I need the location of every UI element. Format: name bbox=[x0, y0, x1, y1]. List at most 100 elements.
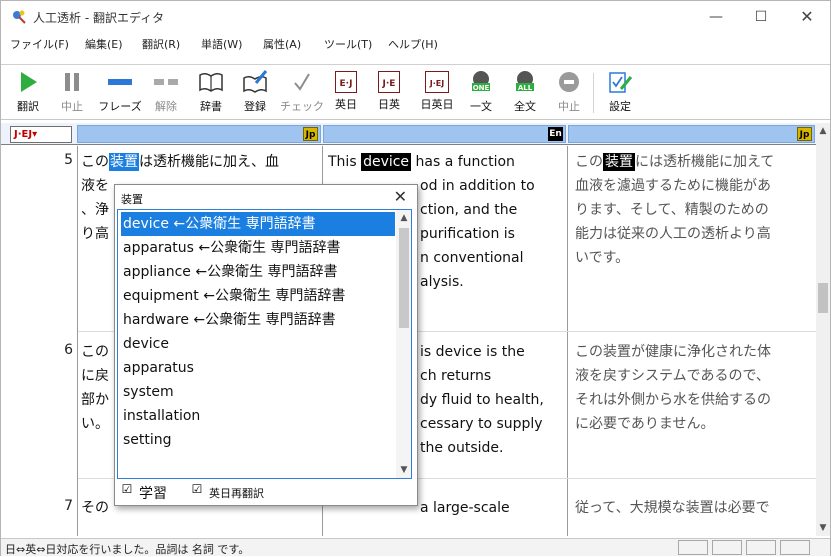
source-line: 、浄 bbox=[81, 202, 109, 218]
register-button[interactable]: 登録 bbox=[236, 69, 274, 117]
candidate-item[interactable]: installation bbox=[121, 404, 395, 428]
popup-footer: ☑ 学習 ☑ 英日再翻訳 bbox=[117, 482, 415, 504]
check-label: チェック bbox=[280, 100, 324, 113]
all-sentences-button[interactable]: ALL 全文 bbox=[506, 69, 544, 117]
close-window-button[interactable]: ✕ bbox=[784, 1, 830, 33]
selected-term[interactable]: 装置 bbox=[109, 153, 139, 171]
popup-scrollbar-thumb[interactable] bbox=[399, 228, 409, 328]
all-sentences-label: 全文 bbox=[514, 100, 536, 113]
menu-edit[interactable]: 編集(E) bbox=[85, 36, 123, 52]
retranslation-line: 能力は従来の人工の透析より高 bbox=[575, 226, 771, 242]
japanese-retranslation-column-header: Jp bbox=[568, 125, 815, 143]
menu-translate[interactable]: 翻訳(R) bbox=[142, 36, 180, 52]
pane-header: J·EJ▾ Jp En Jp bbox=[1, 123, 830, 145]
language-mode-select[interactable]: J·EJ▾ bbox=[10, 126, 72, 143]
stop-label: 中止 bbox=[61, 100, 83, 113]
candidate-item[interactable]: hardware ←公衆衛生 専門語辞書 bbox=[121, 308, 395, 332]
retranslation-line: ります、そして、精製のための bbox=[575, 202, 769, 218]
retranslation-line: に必要でありません。 bbox=[575, 416, 715, 432]
highlighted-term[interactable]: 装置 bbox=[603, 153, 635, 171]
app-icon bbox=[13, 10, 26, 24]
source-line: 部か bbox=[81, 392, 109, 408]
retranslate-checkbox[interactable]: ☑ bbox=[191, 483, 203, 496]
phrase-label: フレーズ bbox=[98, 100, 142, 113]
one-sentence-button[interactable]: ONE 一文 bbox=[462, 69, 500, 117]
scroll-up-icon[interactable]: ▲ bbox=[396, 210, 411, 226]
translate-button[interactable]: 翻訳 bbox=[9, 69, 47, 117]
scroll-up-icon[interactable]: ▲ bbox=[816, 123, 830, 139]
status-indicator bbox=[712, 540, 742, 555]
status-indicator bbox=[746, 540, 776, 555]
settings-icon bbox=[609, 72, 633, 93]
scroll-down-icon[interactable]: ▼ bbox=[396, 462, 411, 478]
stop-translation-label: 中止 bbox=[558, 100, 580, 113]
candidate-item[interactable]: apparatus ←公衆衛生 専門語辞書 bbox=[121, 236, 395, 260]
window-title: 人工透析 - 翻訳エディタ bbox=[33, 11, 165, 25]
candidate-item[interactable]: appliance ←公衆衛生 専門語辞書 bbox=[121, 260, 395, 284]
retranslation-text: この bbox=[575, 154, 603, 170]
vertical-scrollbar[interactable]: ▲ ▼ bbox=[816, 123, 830, 536]
jp-eng-jp-button[interactable]: J·EJ 日英日 bbox=[415, 69, 459, 117]
minimize-button[interactable]: — bbox=[693, 1, 739, 33]
status-indicator bbox=[780, 540, 810, 555]
stop-button[interactable]: 中止 bbox=[53, 69, 91, 117]
close-icon[interactable]: ✕ bbox=[394, 187, 407, 206]
popup-scrollbar[interactable]: ▲ ▼ bbox=[396, 210, 411, 478]
source-sentence[interactable]: この装置は透析機能に加え、血 bbox=[81, 150, 321, 174]
jp-eng-button[interactable]: J·E 日英 bbox=[370, 69, 408, 117]
line-number: 7 bbox=[64, 498, 73, 514]
menu-file[interactable]: ファイル(F) bbox=[10, 36, 69, 52]
english-sentence[interactable]: This device has a function bbox=[328, 150, 515, 174]
menu-help[interactable]: ヘルプ(H) bbox=[388, 36, 438, 52]
stop-hand-icon bbox=[559, 72, 579, 92]
line-number: 6 bbox=[64, 342, 73, 358]
english-line: dy fluid to health, bbox=[420, 392, 544, 408]
menu-bar: ファイル(F) 編集(E) 翻訳(R) 単語(W) 属性(A) ツール(T) ヘ… bbox=[1, 34, 830, 54]
retranslation-line: この装置が健康に浄化された体 bbox=[575, 344, 771, 360]
check-button[interactable]: チェック bbox=[280, 69, 324, 117]
english-line: a large-scale bbox=[420, 500, 510, 516]
stop-translation-button[interactable]: 中止 bbox=[550, 69, 588, 117]
en-badge: En bbox=[548, 127, 563, 141]
retranslation-line: 血液を濾過するために機能があ bbox=[575, 178, 771, 194]
jp-eng-jp-label: 日英日 bbox=[420, 98, 454, 111]
candidate-item[interactable]: device ←公衆衛生 専門語辞書 bbox=[121, 212, 395, 236]
retranslation-sentence[interactable]: この 装置 には透析機能に加えて bbox=[575, 150, 774, 174]
english-line: is device is the bbox=[420, 344, 525, 360]
eng-jp-button[interactable]: E·J 英日 bbox=[327, 69, 365, 117]
scrollbar-thumb[interactable] bbox=[818, 283, 828, 313]
retranslation-line: 従って、大規模な装置は必要で bbox=[575, 500, 770, 516]
english-line: ction, and the bbox=[420, 202, 518, 218]
retranslation-line: 液を戻すシステムであるので、 bbox=[575, 368, 770, 384]
jp-badge: Jp bbox=[797, 127, 812, 141]
release-button[interactable]: 解除 bbox=[147, 69, 185, 117]
one-sentence-icon: ONE bbox=[472, 71, 490, 92]
jp-eng-label: 日英 bbox=[378, 98, 400, 111]
candidate-item[interactable]: apparatus bbox=[121, 356, 395, 380]
status-indicator bbox=[678, 540, 708, 555]
retranslation-line: それは外側から水を供給するの bbox=[575, 392, 771, 408]
book-icon bbox=[199, 72, 223, 92]
jp-eng-jp-icon: J·EJ bbox=[425, 71, 449, 93]
dictionary-label: 辞書 bbox=[200, 100, 222, 113]
candidate-item[interactable]: equipment ←公衆衛生 専門語辞書 bbox=[121, 284, 395, 308]
settings-button[interactable]: 設定 bbox=[601, 69, 639, 117]
candidate-item[interactable]: setting bbox=[121, 428, 395, 452]
candidate-item[interactable]: device bbox=[121, 332, 395, 356]
status-text: 日⇔英⇔日対応を行いました。品詞は 名詞 です。 bbox=[5, 543, 250, 556]
source-line: 液を bbox=[81, 178, 109, 194]
all-badge-text: ALL bbox=[518, 84, 533, 92]
maximize-button[interactable]: ☐ bbox=[738, 1, 784, 33]
play-icon bbox=[21, 72, 37, 92]
menu-tools[interactable]: ツール(T) bbox=[324, 36, 372, 52]
scroll-down-icon[interactable]: ▼ bbox=[816, 520, 830, 536]
phrase-button[interactable]: フレーズ bbox=[97, 69, 143, 117]
learn-checkbox[interactable]: ☑ bbox=[121, 483, 133, 496]
highlighted-term[interactable]: device bbox=[361, 153, 412, 171]
one-badge-text: ONE bbox=[473, 84, 490, 92]
translation-candidates-popup: 装置 ✕ device ←公衆衛生 専門語辞書 apparatus ←公衆衛生 … bbox=[114, 184, 418, 506]
menu-attribute[interactable]: 属性(A) bbox=[263, 36, 301, 52]
dictionary-button[interactable]: 辞書 bbox=[192, 69, 230, 117]
menu-word[interactable]: 単語(W) bbox=[201, 36, 242, 52]
candidate-item[interactable]: system bbox=[121, 380, 395, 404]
